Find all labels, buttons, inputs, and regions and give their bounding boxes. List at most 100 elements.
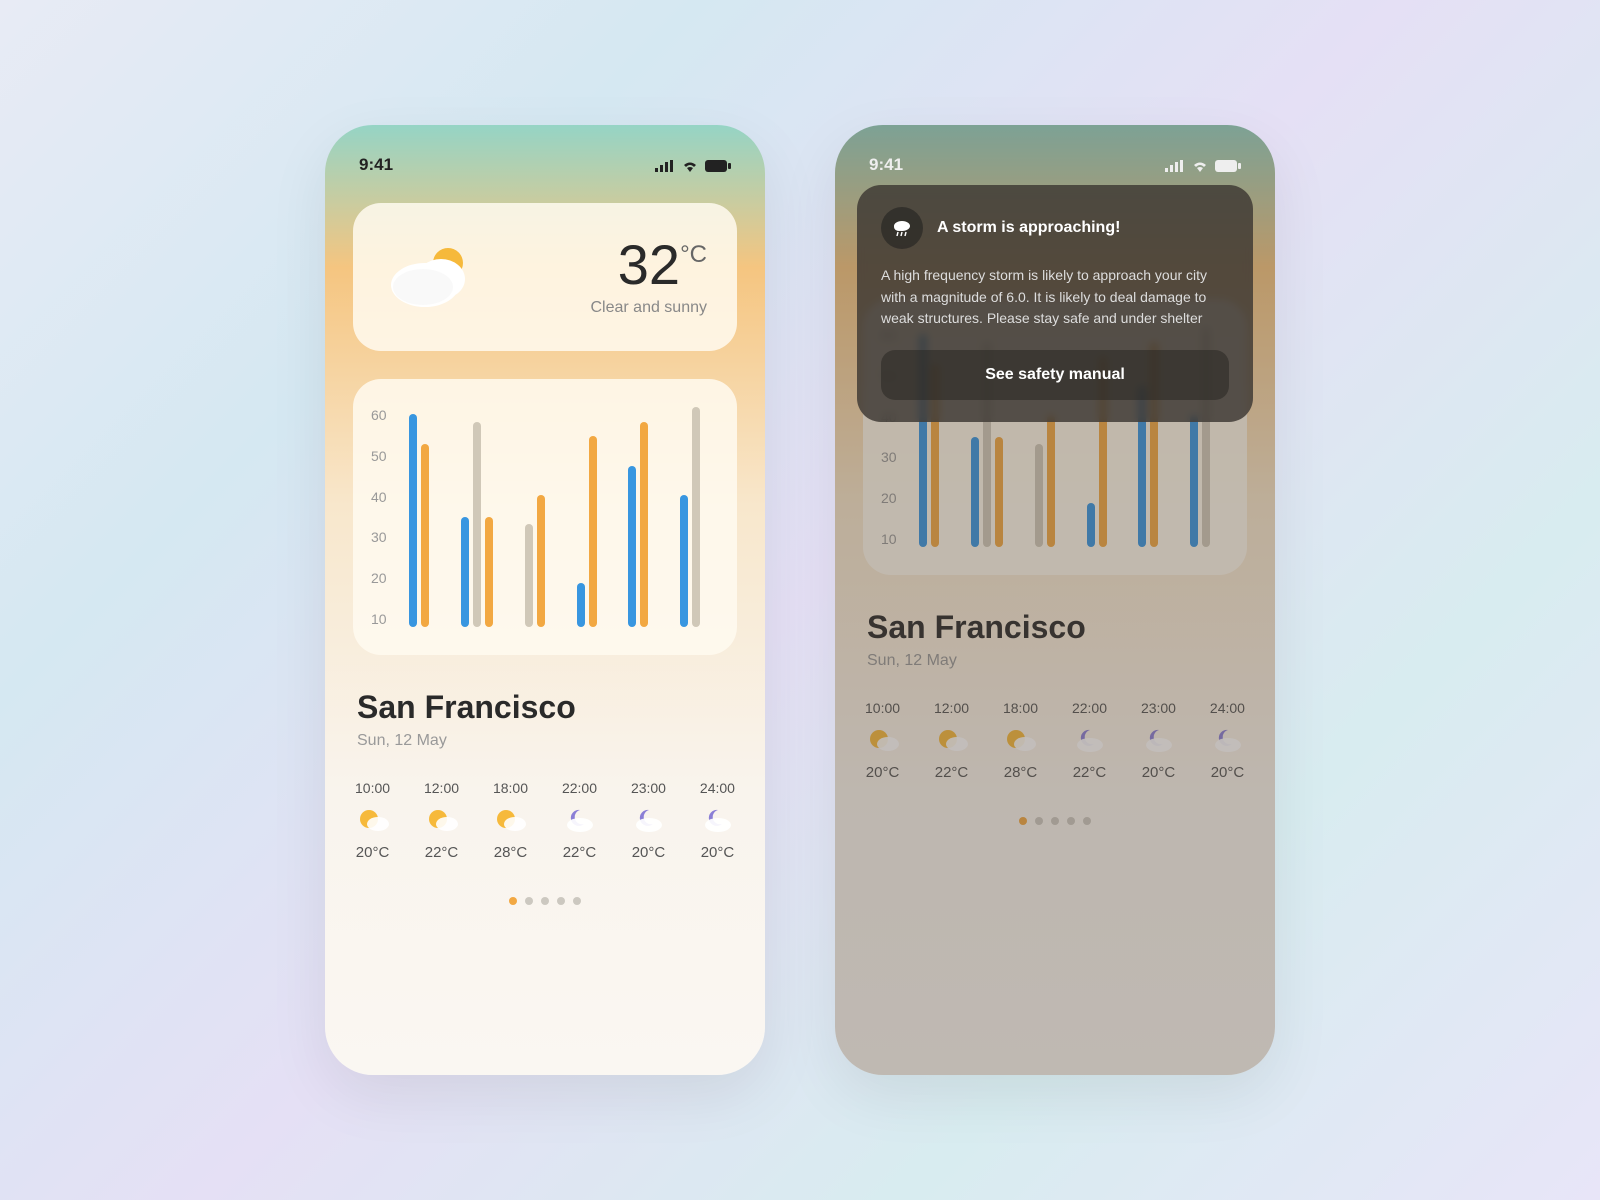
battery-icon: [1215, 159, 1241, 171]
page-dot[interactable]: [1051, 817, 1059, 825]
wifi-icon: [681, 159, 699, 171]
chart-y-axis: 605040302010: [371, 407, 397, 627]
page-dot[interactable]: [1067, 817, 1075, 825]
bar-orange: [421, 444, 429, 627]
hour-temp: 28°C: [1004, 764, 1038, 781]
hour-item[interactable]: 10:00 20°C: [865, 700, 900, 781]
hour-temp: 22°C: [563, 844, 597, 861]
status-bar: 9:41: [325, 153, 765, 177]
hour-item[interactable]: 22:0022°C: [562, 780, 597, 861]
moon-cloud-icon: [562, 806, 596, 834]
hour-item[interactable]: 12:0022°C: [934, 700, 969, 781]
sun-cloud-icon: [866, 726, 900, 754]
chart-bars: [397, 407, 713, 627]
y-tick: 20: [881, 490, 897, 506]
y-tick: 50: [371, 448, 387, 464]
bar-orange: [995, 437, 1003, 547]
forecast-chart-card[interactable]: 605040302010: [353, 379, 737, 655]
status-icons: [655, 159, 731, 171]
location-block: San Francisco Sun, 12 May: [867, 609, 1243, 670]
hour-time: 18:00: [1003, 700, 1038, 716]
location-block: San Francisco Sun, 12 May: [357, 689, 733, 750]
hour-item[interactable]: 22:0022°C: [1072, 700, 1107, 781]
y-tick: 30: [371, 529, 387, 545]
see-safety-manual-button[interactable]: See safety manual: [881, 350, 1229, 400]
bar-orange: [589, 436, 597, 627]
status-time: 9:41: [359, 155, 393, 175]
sun-cloud-icon: [1003, 726, 1037, 754]
hour-item[interactable]: 18:0028°C: [493, 780, 528, 861]
bar-group: [525, 407, 545, 627]
page-dot[interactable]: [509, 897, 517, 905]
bar-group: [680, 407, 700, 627]
hour-time: 24:00: [1210, 700, 1245, 716]
y-tick: 10: [371, 611, 387, 627]
page-dots[interactable]: [835, 817, 1275, 825]
moon-cloud-icon: [700, 806, 734, 834]
hourly-forecast[interactable]: 10:00 20°C 12:0022°C 18:00 28°C 22:0022°C 23:0…: [865, 700, 1245, 781]
bar-gray: [692, 407, 700, 627]
bar-blue: [971, 437, 979, 547]
hour-item[interactable]: 10:0020°C: [355, 780, 390, 861]
battery-icon: [705, 159, 731, 171]
storm-cloud-icon: [881, 207, 923, 249]
page-dot[interactable]: [525, 897, 533, 905]
moon-cloud-icon: [1210, 726, 1244, 754]
cellular-icon: [1165, 159, 1185, 171]
hour-temp: 28°C: [494, 844, 528, 861]
bar-blue: [628, 466, 636, 627]
page-dot[interactable]: [557, 897, 565, 905]
hour-item[interactable]: 24:00 20°C: [1210, 700, 1245, 781]
partly-cloudy-icon: [383, 237, 483, 317]
page-dot[interactable]: [1083, 817, 1091, 825]
page-dot[interactable]: [1019, 817, 1027, 825]
hour-temp: 20°C: [1211, 764, 1245, 781]
y-tick: 20: [371, 570, 387, 586]
moon-cloud-icon: [1072, 726, 1106, 754]
bar-blue: [409, 414, 417, 627]
bar-blue: [577, 583, 585, 627]
sun-cloud-icon: [425, 806, 459, 834]
bar-gray: [1035, 444, 1043, 547]
hour-temp: 20°C: [701, 844, 735, 861]
hour-temp: 20°C: [866, 764, 900, 781]
hour-item[interactable]: 23:0020°C: [1141, 700, 1176, 781]
current-weather-card[interactable]: 32 °C Clear and sunny: [353, 203, 737, 351]
bar-gray: [473, 422, 481, 627]
page-dot[interactable]: [541, 897, 549, 905]
y-tick: 60: [371, 407, 387, 423]
hour-item[interactable]: 12:0022°C: [424, 780, 459, 861]
status-time: 9:41: [869, 155, 903, 175]
hour-temp: 20°C: [1142, 764, 1176, 781]
page-dot[interactable]: [573, 897, 581, 905]
bar-blue: [1087, 503, 1095, 547]
hourly-forecast[interactable]: 10:0020°C 12:0022°C 18:0028°C 22:0022°C 23:0…: [355, 780, 735, 861]
city-name: San Francisco: [867, 609, 1243, 646]
bar-gray: [525, 524, 533, 627]
alert-title: A storm is approaching!: [937, 219, 1120, 237]
storm-alert-card[interactable]: A storm is approaching! A high frequency…: [857, 185, 1253, 422]
page-dots[interactable]: [325, 897, 765, 905]
current-temp-value: 32: [618, 237, 680, 293]
phone-screen-normal: 9:41 32 °C Clear and sunny 605040302010 …: [325, 125, 765, 1075]
bar-blue: [461, 517, 469, 627]
hour-item[interactable]: 24:00 20°C: [700, 780, 735, 861]
hour-temp: 22°C: [1073, 764, 1107, 781]
page-dot[interactable]: [1035, 817, 1043, 825]
city-date: Sun, 12 May: [867, 652, 1243, 670]
bar-orange: [485, 517, 493, 627]
current-temp-unit: °C: [680, 241, 707, 269]
phone-screen-alert: 9:41 A storm is approaching! A high freq…: [835, 125, 1275, 1075]
alert-header: A storm is approaching!: [881, 207, 1229, 249]
hour-time: 24:00: [700, 780, 735, 796]
hour-temp: 20°C: [356, 844, 390, 861]
sun-cloud-icon: [356, 806, 390, 834]
hour-item[interactable]: 23:0020°C: [631, 780, 666, 861]
moon-cloud-icon: [1141, 726, 1175, 754]
bar-group: [409, 407, 429, 627]
status-bar: 9:41: [835, 153, 1275, 177]
status-icons: [1165, 159, 1241, 171]
hour-time: 10:00: [865, 700, 900, 716]
hour-item[interactable]: 18:00 28°C: [1003, 700, 1038, 781]
hour-temp: 20°C: [632, 844, 666, 861]
